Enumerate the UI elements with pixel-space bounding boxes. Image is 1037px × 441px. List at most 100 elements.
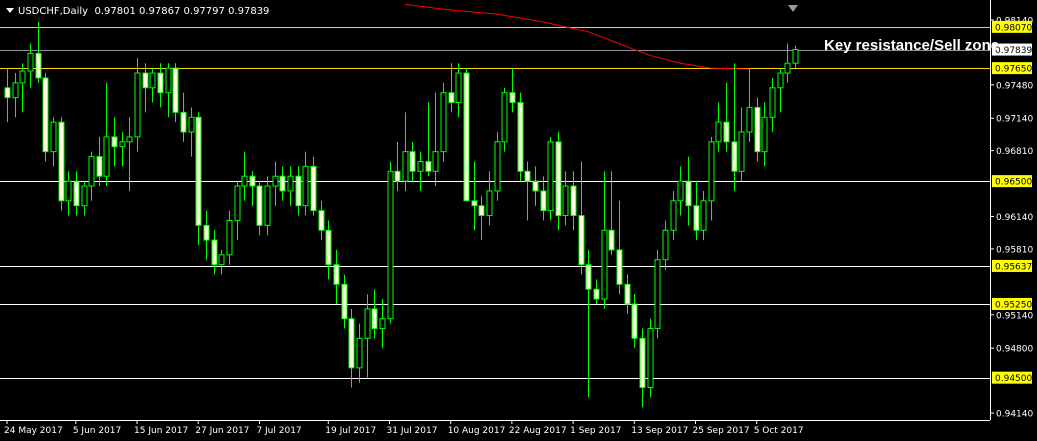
candle-body [608, 229, 615, 251]
candle-body [578, 215, 585, 266]
candle-body [19, 70, 26, 84]
level-tag-label: 0.96500 [995, 178, 1032, 188]
candle-body [792, 49, 799, 64]
candle-body [287, 175, 294, 192]
candle-body [119, 141, 126, 148]
y-tick-label: 0.97140 [996, 115, 1033, 125]
candle-body [455, 72, 462, 104]
candle-body [111, 136, 118, 148]
candle-body [195, 116, 202, 226]
candle-body [601, 229, 608, 300]
candle-body [478, 205, 485, 217]
dropdown-triangle-icon[interactable] [6, 8, 14, 13]
candle-body [218, 254, 225, 266]
candle-body [295, 175, 302, 207]
candle-body [256, 185, 263, 226]
candle-body [685, 180, 692, 207]
level-tag-label: 0.98070 [995, 23, 1032, 33]
y-tick-label: 0.95810 [996, 245, 1033, 255]
candle-body [486, 190, 493, 217]
candle-body [654, 259, 661, 330]
candle [555, 131, 562, 231]
candle-body [425, 160, 432, 172]
candle-body [639, 337, 646, 389]
candle-body [12, 82, 19, 99]
candle-body [662, 229, 669, 261]
candle-body [81, 185, 88, 207]
y-tick-label: 0.97480 [996, 81, 1033, 91]
candle-body [180, 111, 187, 133]
candle-body [234, 185, 241, 221]
candle-body [677, 180, 684, 202]
candle-body [777, 72, 784, 89]
candle [754, 97, 761, 162]
x-tick-label: 24 May 2017 [4, 426, 63, 436]
chart-header: USDCHF,Daily 0.97801 0.97867 0.97797 0.9… [6, 6, 269, 17]
candle-body [88, 156, 95, 187]
candle-body [348, 318, 355, 369]
candle-body [226, 219, 233, 256]
level-tag: 0.95250 [992, 297, 1032, 310]
candle-body [211, 239, 218, 266]
y-tick-label: 0.95140 [996, 311, 1033, 321]
candle-body [585, 264, 592, 290]
level-tag-label: 0.95250 [995, 300, 1032, 310]
candle-body [417, 160, 424, 172]
x-tick-label: 13 Sep 2017 [631, 426, 688, 436]
candle-body [670, 200, 677, 231]
candle-body [73, 180, 80, 207]
candle-body [501, 92, 508, 143]
level-tag-label: 0.97650 [995, 65, 1032, 75]
candle-body [249, 175, 256, 187]
candle-body [241, 175, 248, 187]
candle-body [547, 141, 554, 212]
x-tick-label: 31 Jul 2017 [387, 426, 438, 436]
candle-body [203, 224, 210, 241]
candle-body [715, 121, 722, 143]
candle-body [524, 170, 531, 182]
resistance-annotation: Key resistance/Sell zone [824, 37, 1000, 54]
candle-body [494, 141, 501, 192]
candle-body [325, 229, 332, 266]
candle-body [738, 131, 745, 172]
candle-body [509, 92, 516, 104]
candle-body [4, 87, 11, 99]
candle-body [157, 72, 164, 94]
candle-body [172, 67, 179, 113]
candle [58, 117, 65, 211]
level-tag: 0.97650 [992, 62, 1032, 75]
candle-body [784, 62, 791, 74]
level-tag-label: 0.95637 [995, 262, 1032, 272]
candle-body [364, 308, 371, 339]
candle-body [769, 87, 776, 118]
x-tick-label: 1 Sep 2017 [570, 426, 621, 436]
candle-body [318, 210, 325, 231]
x-tick-label: 27 Jun 2017 [195, 426, 249, 436]
candle-body [731, 141, 738, 172]
level-tag: 0.98070 [992, 20, 1032, 33]
candle-body [394, 170, 401, 182]
candle-body [532, 180, 539, 192]
level-tag-label: 0.94500 [995, 374, 1032, 384]
candle-body [310, 165, 317, 212]
chart-shift-marker-icon[interactable] [788, 5, 798, 12]
y-tick-label: 0.96810 [996, 147, 1033, 157]
candle-body [708, 141, 715, 202]
level-tag: 0.96500 [992, 175, 1032, 188]
candle-body [616, 249, 623, 285]
y-tick-label: 0.94800 [996, 345, 1033, 355]
current-price-label: 0.97839 [995, 46, 1032, 56]
level-tag: 0.94500 [992, 371, 1032, 384]
candle-body [126, 136, 133, 143]
price-chart[interactable]: 0.981400.974800.971400.968100.961400.958… [0, 0, 1037, 441]
candle-body [272, 175, 279, 187]
candle [440, 82, 447, 162]
y-tick-label: 0.96140 [996, 213, 1033, 223]
candle-body [555, 141, 562, 217]
x-tick-label: 10 Aug 2017 [448, 426, 506, 436]
candle-body [341, 283, 348, 320]
candle-body [463, 72, 470, 202]
candle-body [356, 337, 363, 369]
x-tick-label: 25 Sep 2017 [693, 426, 750, 436]
candle-body [723, 121, 730, 143]
